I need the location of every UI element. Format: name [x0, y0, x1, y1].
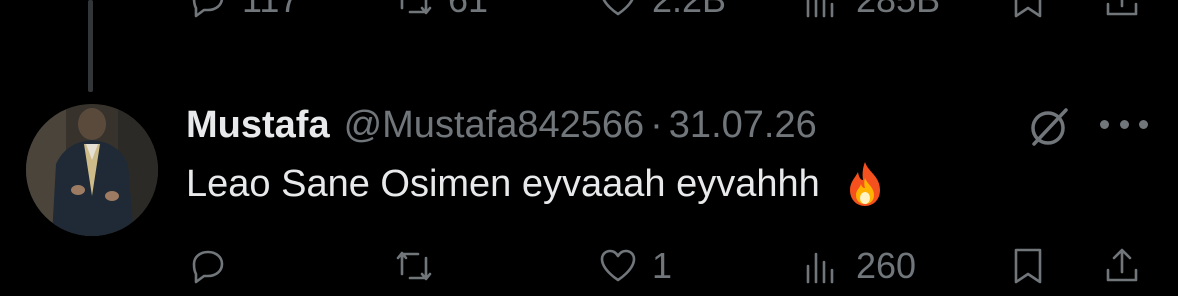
avatar[interactable]	[26, 104, 158, 236]
bookmark-icon	[1014, 0, 1042, 18]
reply-button[interactable]: 117	[186, 0, 299, 30]
views-icon	[806, 252, 834, 284]
like-count: 2.2B	[652, 0, 726, 21]
views-count: 285B	[856, 0, 940, 21]
like-button[interactable]: 2.2B	[596, 0, 726, 30]
reply-icon	[192, 250, 224, 284]
like-icon	[602, 0, 634, 16]
separator-dot: ·	[650, 103, 663, 146]
display-name[interactable]: Mustafa	[186, 104, 330, 147]
reply-button[interactable]	[186, 236, 242, 296]
like-button[interactable]: 1	[596, 236, 672, 296]
bookmark-button[interactable]	[1006, 0, 1050, 30]
views-count: 260	[856, 245, 917, 286]
share-button[interactable]	[1100, 0, 1144, 30]
more-icon-dot	[1119, 119, 1129, 129]
share-button[interactable]	[1100, 236, 1144, 296]
tweet-text: Leao Sane Osimen eyvaaah eyvahhh	[186, 162, 820, 205]
more-options-button[interactable]	[1100, 104, 1148, 144]
tweet-body: Leao Sane Osimen eyvaaah eyvahhh	[186, 160, 888, 208]
tweet-header: Mustafa @Mustafa842566 · 31.07.26	[186, 100, 817, 150]
repost-icon	[396, 251, 432, 281]
views-button[interactable]: 260	[800, 236, 916, 296]
share-icon	[1106, 248, 1138, 282]
user-handle[interactable]: @Mustafa842566	[344, 104, 645, 147]
reply-count: 117	[242, 0, 299, 21]
views-button[interactable]: 285B	[800, 0, 940, 30]
avatar-image	[26, 104, 158, 236]
fire-emoji-icon	[849, 162, 880, 206]
grok-button[interactable]	[1026, 104, 1072, 148]
previous-tweet-action-bar: 117 61 2.2B 285B	[0, 0, 1178, 30]
like-count: 1	[652, 245, 673, 286]
repost-button[interactable]: 61	[392, 0, 488, 30]
more-icon	[1100, 119, 1109, 129]
repost-button[interactable]	[392, 236, 448, 296]
repost-icon	[400, 0, 432, 15]
repost-count: 61	[448, 0, 488, 21]
grok-icon	[1031, 108, 1068, 146]
like-icon	[600, 249, 636, 282]
reply-action-bar: 1 260	[0, 236, 1178, 296]
more-icon-dot	[1139, 119, 1148, 129]
bookmark-icon	[1014, 248, 1042, 284]
bookmark-button[interactable]	[1006, 236, 1050, 296]
share-icon	[1106, 0, 1138, 16]
tweet-date[interactable]: 31.07.26	[669, 104, 817, 147]
views-icon	[806, 0, 834, 18]
reply-icon	[192, 0, 224, 18]
